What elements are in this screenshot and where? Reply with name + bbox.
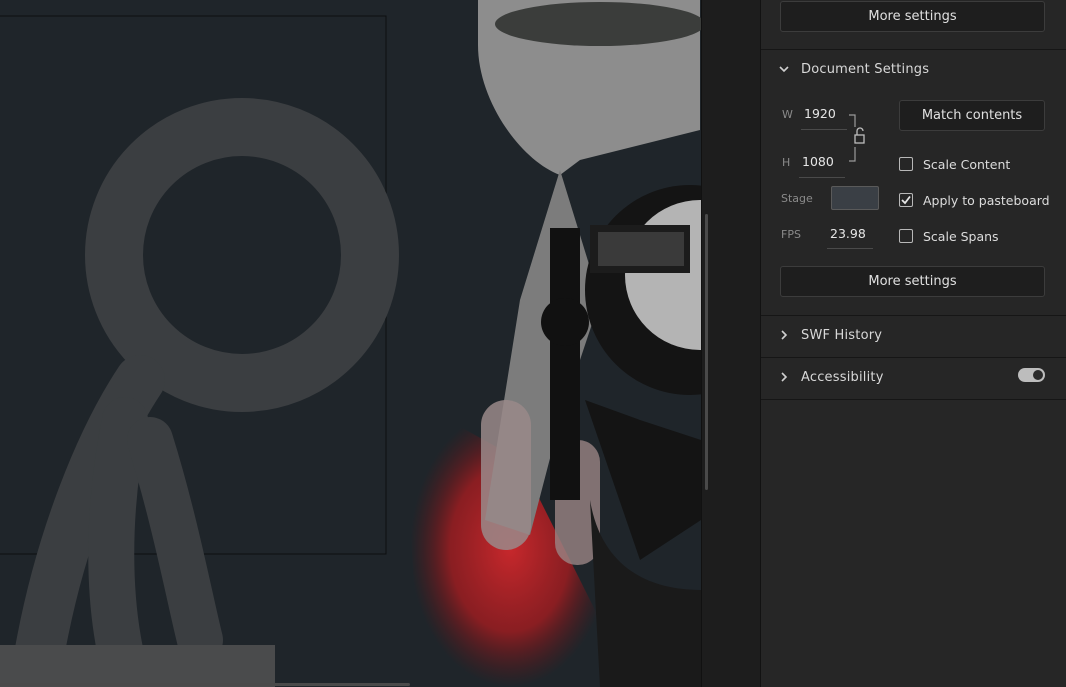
- chevron-right-icon: [781, 330, 788, 340]
- scale-spans-checkbox[interactable]: [899, 229, 913, 243]
- properties-panel: More settings Document Settings W 1920 H…: [760, 0, 1066, 687]
- stage-boundary: [0, 15, 387, 555]
- fps-input[interactable]: 23.98: [830, 226, 866, 241]
- section-separator: [761, 399, 1066, 400]
- stage-color-swatch[interactable]: [831, 186, 879, 210]
- background-figure: [15, 98, 399, 675]
- stage-canvas[interactable]: [0, 0, 701, 687]
- chevron-down-icon: [779, 66, 789, 73]
- accessibility-header[interactable]: Accessibility: [761, 357, 1066, 399]
- chevron-right-icon: [781, 372, 788, 382]
- width-label: W: [782, 108, 793, 121]
- checkmark-icon: [901, 195, 911, 205]
- document-settings-title: Document Settings: [801, 62, 930, 77]
- accessibility-toggle[interactable]: [1018, 368, 1045, 382]
- width-input[interactable]: 1920: [804, 106, 836, 121]
- stage-artwork: [0, 0, 701, 687]
- toggle-knob: [1033, 370, 1043, 380]
- scale-spans-label: Scale Spans: [923, 229, 999, 244]
- width-input-underline: [801, 129, 847, 130]
- horizontal-scrollbar[interactable]: [0, 683, 410, 686]
- vertical-scrollbar[interactable]: [704, 0, 710, 687]
- swf-history-title: SWF History: [801, 328, 883, 343]
- stage-label: Stage: [781, 192, 813, 205]
- scale-content-label: Scale Content: [923, 157, 1011, 172]
- vertical-scrollbar-thumb[interactable]: [705, 214, 708, 490]
- apply-to-pasteboard-label: Apply to pasteboard: [923, 193, 1050, 208]
- height-input[interactable]: 1080: [802, 154, 834, 169]
- swf-history-header[interactable]: SWF History: [761, 315, 1066, 357]
- background-ground: [0, 645, 275, 687]
- fps-label: FPS: [781, 228, 801, 241]
- document-more-settings-button[interactable]: More settings: [780, 266, 1045, 297]
- apply-to-pasteboard-checkbox[interactable]: [899, 193, 913, 207]
- scale-content-checkbox[interactable]: [899, 157, 913, 171]
- match-contents-button[interactable]: Match contents: [899, 100, 1045, 131]
- document-settings-header[interactable]: Document Settings: [761, 49, 1066, 91]
- top-more-settings-button[interactable]: More settings: [780, 1, 1045, 32]
- accessibility-title: Accessibility: [801, 370, 884, 385]
- height-input-underline: [799, 177, 845, 178]
- lock-icon[interactable]: [847, 113, 871, 163]
- height-label: H: [782, 156, 791, 169]
- fps-input-underline: [827, 248, 873, 249]
